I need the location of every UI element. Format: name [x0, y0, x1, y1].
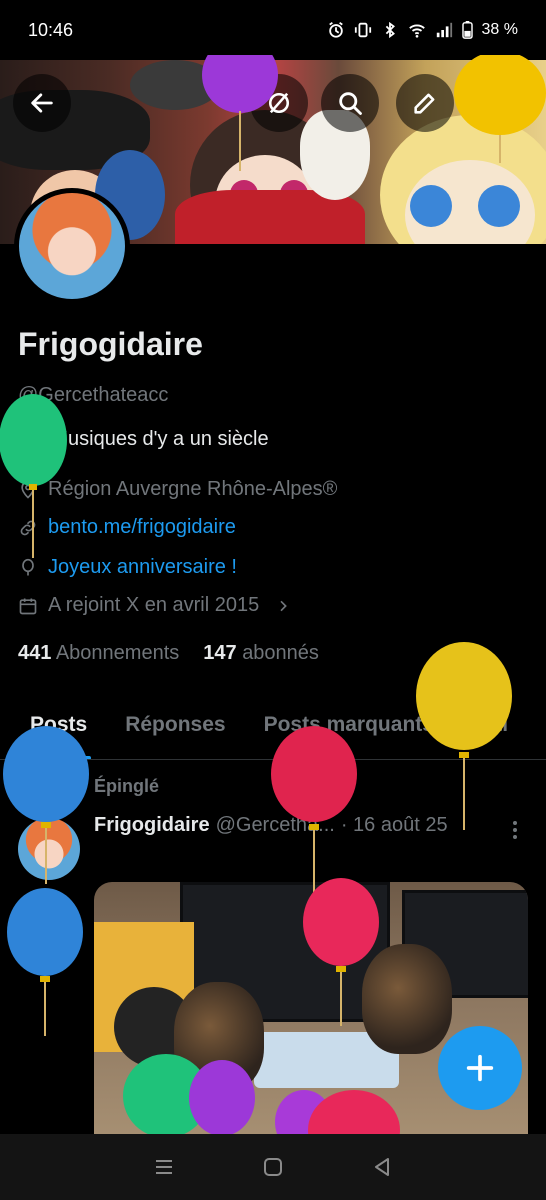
profile-joined[interactable]: A rejoint X en avril 2015 [18, 594, 291, 617]
profile-bio: 20. Musiques d'y a un siècle [18, 428, 269, 450]
profile-tabs: Posts Réponses Posts marquants Arti [0, 690, 546, 760]
vibrate-icon [354, 22, 371, 38]
follow-stats: 441 Abonnements 147 abonnés [18, 642, 319, 665]
bluetooth-icon [385, 21, 395, 39]
profile-name: Frigogidaire [18, 326, 203, 362]
profile-handle: @Gercethateacc [18, 384, 169, 406]
profile-avatar[interactable] [14, 188, 130, 304]
plus-icon [466, 1054, 494, 1082]
birthday-text[interactable]: Joyeux anniversaire ! [48, 556, 237, 579]
battery-icon [461, 21, 473, 39]
tab-replies[interactable]: Réponses [125, 690, 225, 759]
wifi-icon [408, 24, 425, 38]
post-author-handle: @Gercetha... [215, 814, 335, 836]
profile-birthday[interactable]: Joyeux anniversaire ! [18, 556, 237, 579]
location-pin-icon [21, 480, 35, 499]
followers-link[interactable]: 147 abonnés [203, 642, 319, 665]
grok-button[interactable] [250, 74, 308, 132]
location-text: Région Auvergne Rhône-Alpes® [48, 478, 338, 500]
back-button[interactable] [13, 74, 71, 132]
tab-highlights[interactable]: Posts marquants [264, 690, 434, 759]
following-count: 441 [18, 642, 52, 664]
chevron-right-icon [280, 600, 288, 611]
battery-percent: 38 % [481, 21, 518, 38]
balloon-blue-lower [7, 888, 83, 1036]
avatar-image [19, 193, 125, 299]
more-button[interactable] [470, 74, 528, 132]
tab-articles[interactable]: Arti [472, 690, 508, 759]
tab-posts[interactable]: Posts [25, 690, 92, 759]
calendar-icon [19, 598, 37, 614]
search-button[interactable] [321, 74, 379, 132]
back-nav-icon[interactable] [370, 1155, 394, 1179]
profile-location: Région Auvergne Rhône-Alpes® [18, 478, 337, 501]
status-bar: 10:46 38 % [0, 0, 546, 60]
followers-label: abonnés [242, 642, 319, 664]
post-avatar[interactable] [18, 818, 80, 880]
post-author-name[interactable]: Frigogidaire [94, 814, 210, 837]
back-arrow-icon [31, 93, 53, 113]
alarm-icon [328, 22, 343, 38]
followers-count: 147 [203, 642, 237, 664]
following-link[interactable]: 441 Abonnements [18, 642, 179, 665]
link-icon [20, 520, 36, 535]
post-header: Frigogidaire @Gercetha... · 16 août 25 [94, 814, 448, 837]
edit-button[interactable] [396, 74, 454, 132]
edit-icon [414, 93, 435, 114]
home-icon[interactable] [261, 1155, 285, 1179]
post-date: · 16 août 25 [340, 814, 448, 836]
pinned-label: Épinglé [94, 776, 160, 796]
profile-website[interactable]: bento.me/frigogidaire [18, 516, 236, 539]
search-icon [339, 92, 362, 115]
more-vertical-icon [496, 92, 502, 114]
system-nav-bar [0, 1134, 546, 1200]
website-link[interactable]: bento.me/frigogidaire [48, 516, 236, 539]
grok-icon [268, 92, 290, 114]
balloon-icon [22, 558, 34, 575]
recents-icon[interactable] [152, 1155, 176, 1179]
status-icons: 38 % [327, 21, 518, 39]
compose-button[interactable] [438, 1026, 522, 1110]
pin-icon [59, 775, 75, 794]
post-more-icon[interactable] [508, 818, 522, 842]
status-time: 10:46 [28, 19, 74, 40]
following-label: Abonnements [55, 642, 180, 664]
signal-icon [436, 22, 452, 38]
joined-text: A rejoint X en avril 2015 [48, 594, 260, 616]
